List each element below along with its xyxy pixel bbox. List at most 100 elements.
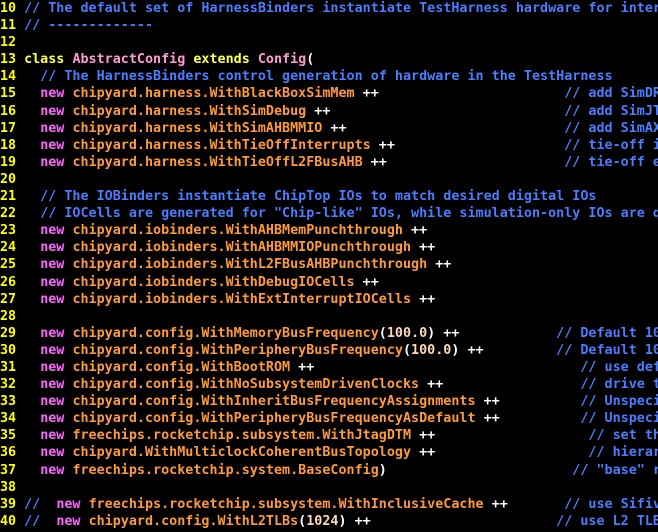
code-line[interactable]: 20 xyxy=(0,171,658,188)
token-op: ) ++ xyxy=(427,325,557,341)
token-comment: // add SimDRAM DRAM xyxy=(564,86,658,102)
code-line[interactable]: 35 new freechips.rocketchip.subsystem.Wi… xyxy=(0,427,658,444)
code-line[interactable]: 37 new freechips.rocketchip.system.BaseC… xyxy=(0,462,658,479)
token-new: new xyxy=(40,86,73,102)
line-content xyxy=(16,35,24,50)
token-new: new xyxy=(56,496,89,512)
token-num: 100.0 xyxy=(411,342,452,358)
token-new: new xyxy=(40,445,73,461)
code-line[interactable]: 17 new chipyard.harness.WithSimAHBMMIO +… xyxy=(0,120,658,137)
code-line[interactable]: 23 new chipyard.iobinders.WithAHBMemPunc… xyxy=(0,222,658,239)
token-new: new xyxy=(56,513,89,529)
token-pkg: chipyard.config.WithInheritBusFrequencyA… xyxy=(72,394,476,410)
line-number: 22 xyxy=(0,206,17,222)
token-op: ++ xyxy=(475,394,581,410)
code-line[interactable]: 29 new chipyard.config.WithMemoryBusFreq… xyxy=(0,325,658,342)
line-number: 31 xyxy=(0,359,17,375)
token-comment: // Default 100 MHz xyxy=(556,325,658,341)
line-content: new chipyard.iobinders.WithL2FBusAHBPunc… xyxy=(16,257,451,272)
token-comment: // Unspecified clocks xyxy=(580,394,658,410)
token-num: 1024 xyxy=(306,513,339,529)
code-line[interactable]: 24 new chipyard.iobinders.WithAHBMMIOPun… xyxy=(0,239,658,256)
line-number: 14 xyxy=(0,69,17,85)
line-content: new chipyard.harness.WithSimDebug ++ // … xyxy=(16,104,658,119)
line-number: 32 xyxy=(0,377,17,393)
token-comment: // use L2 TLBs xyxy=(556,513,658,529)
token-comment: // The HarnessBinders control generation… xyxy=(40,69,613,85)
code-line[interactable]: 27 new chipyard.iobinders.WithExtInterru… xyxy=(0,291,658,308)
token-comment: // drive the subsystem xyxy=(580,377,658,393)
token-pkg: freechips.rocketchip.subsystem.WithInclu… xyxy=(88,496,484,512)
line-content: new chipyard.iobinders.WithExtInterruptI… xyxy=(16,292,435,307)
code-line[interactable]: 26 new chipyard.iobinders.WithDebugIOCel… xyxy=(0,274,658,291)
token-pkg: chipyard.harness.WithSimAHBMMIO xyxy=(72,120,323,136)
code-line[interactable]: 12 xyxy=(0,34,658,51)
token-op: ++ xyxy=(411,291,436,307)
code-line[interactable]: 28 xyxy=(0,308,658,325)
token-op: ++ xyxy=(411,428,589,444)
token-op: ++ xyxy=(354,274,379,290)
code-editor[interactable]: 10 // The default set of HarnessBinders … xyxy=(0,0,658,532)
code-line[interactable]: 19 new chipyard.harness.WithTieOffL2FBus… xyxy=(0,154,658,171)
code-line[interactable]: 34 new chipyard.config.WithPeripheryBusF… xyxy=(0,410,658,427)
code-line[interactable]: 40 // new chipyard.config.WithL2TLBs(102… xyxy=(0,513,658,530)
line-number: 34 xyxy=(0,411,17,427)
line-number: 33 xyxy=(0,394,17,410)
code-line[interactable]: 16 new chipyard.harness.WithSimDebug ++ … xyxy=(0,103,658,120)
line-number: 38 xyxy=(0,479,17,495)
token-comment: // IOCells are generated for "Chip-like"… xyxy=(40,206,658,222)
line-number: 17 xyxy=(0,120,17,136)
token-op: ( xyxy=(306,52,315,68)
code-line[interactable]: 32 new chipyard.config.WithNoSubsystemDr… xyxy=(0,376,658,393)
code-line[interactable]: 15 new chipyard.harness.WithBlackBoxSimM… xyxy=(0,85,658,102)
code-line[interactable]: 10 // The default set of HarnessBinders … xyxy=(0,0,658,17)
code-line[interactable]: 21 // The IOBinders instantiate ChipTop … xyxy=(0,188,658,205)
code-line[interactable]: 30 new chipyard.config.WithPeripheryBusF… xyxy=(0,342,658,359)
token-op: ++ xyxy=(411,240,436,256)
token-comment: // "base" rocketchip xyxy=(572,462,658,478)
code-line[interactable]: 33 new chipyard.config.WithInheritBusFre… xyxy=(0,393,658,410)
code-line[interactable]: 11 // ------------- xyxy=(0,17,658,34)
token-pkg: chipyard.config.WithL2TLBs xyxy=(88,513,299,529)
token-pkg: chipyard.config.WithPeripheryBusFrequenc… xyxy=(72,411,476,427)
line-content: new chipyard.config.WithPeripheryBusFreq… xyxy=(16,343,658,358)
line-number: 30 xyxy=(0,342,17,358)
code-line[interactable]: 38 xyxy=(0,479,658,496)
token-pkg: chipyard.iobinders.WithAHBMemPunchthroug… xyxy=(72,223,403,239)
token-comment: // use Sifive L2 cache xyxy=(564,496,658,512)
line-content: // ------------- xyxy=(16,18,153,33)
code-line[interactable]: 14 // The HarnessBinders control generat… xyxy=(0,68,658,85)
line-number: 12 xyxy=(0,35,17,51)
token-new: new xyxy=(40,257,73,273)
code-line[interactable]: 18 new chipyard.harness.WithTieOffInterr… xyxy=(0,137,658,154)
token-op: ++ xyxy=(290,359,581,375)
code-line[interactable]: 13 class AbstractConfig extends Config( xyxy=(0,51,658,68)
code-line[interactable]: 31 new chipyard.config.WithBootROM ++ //… xyxy=(0,359,658,376)
token-comment: // The default set of HarnessBinders ins… xyxy=(24,1,658,16)
token-comment: // add SimAXIMem xyxy=(564,120,658,136)
token-pkg: chipyard.harness.WithSimDebug xyxy=(72,103,307,119)
line-content: // IOCells are generated for "Chip-like"… xyxy=(16,206,658,221)
code-line[interactable]: 36 new chipyard.WithMulticlockCoherentBu… xyxy=(0,444,658,461)
line-number: 20 xyxy=(0,171,17,187)
token-op: ( xyxy=(378,325,387,341)
line-content: // new chipyard.config.WithL2TLBs(1024) … xyxy=(16,514,658,529)
token-new: new xyxy=(40,137,73,153)
code-line[interactable]: 39 // new freechips.rocketchip.subsystem… xyxy=(0,496,658,513)
code-line[interactable]: 25 new chipyard.iobinders.WithL2FBusAHBP… xyxy=(0,256,658,273)
token-op: ) xyxy=(378,462,573,478)
token-comment: // xyxy=(24,513,57,529)
line-content: // The HarnessBinders control generation… xyxy=(16,69,613,85)
code-line[interactable]: 22 // IOCells are generated for "Chip-li… xyxy=(0,205,658,222)
